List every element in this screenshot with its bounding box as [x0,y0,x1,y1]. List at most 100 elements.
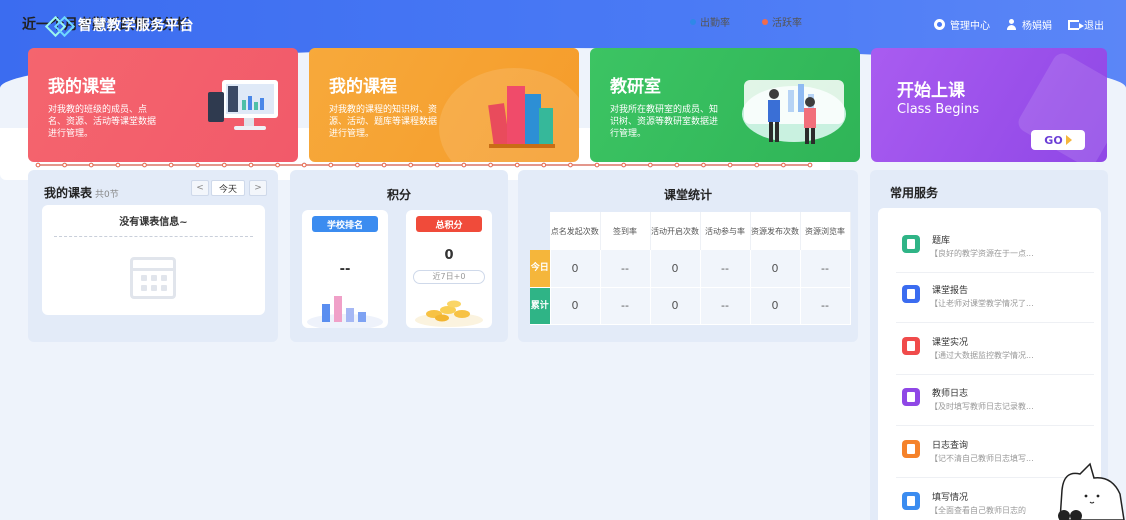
data-point[interactable] [381,162,387,168]
legend-label: 出勤率 [700,18,730,29]
data-point[interactable] [621,162,627,168]
data-point[interactable] [408,162,414,168]
service-desc: 【良好的教学资源在于一点... [930,249,1034,258]
school-rank-value: -- [339,262,351,277]
divider [54,236,253,237]
log-icon [902,388,920,406]
data-point[interactable] [62,162,67,168]
card-title: 我的课程 [329,77,397,97]
logout-icon [1068,19,1084,30]
table-cell: 0 [550,250,601,288]
today-label: 今天 [218,184,237,195]
card-teaching-research-office[interactable]: 教研室 对我所在教研室的成员、知识树、资源等教研室数据进行管理。 [590,48,860,162]
card-title: 教研室 [610,77,661,97]
data-point[interactable] [727,162,733,168]
data-point[interactable] [594,162,600,168]
data-point[interactable] [754,162,760,168]
logout-link[interactable]: 退出 [1068,17,1104,32]
table-row: 今日 0 -- 0 -- 0 -- [530,250,851,288]
data-point[interactable] [541,162,547,168]
user-profile-link[interactable]: 杨娟娟 [1006,17,1052,32]
username-label: 杨娟娟 [1022,21,1052,32]
user-icon [1006,19,1017,30]
card-title: 我的课堂 [48,77,116,97]
admin-center-link[interactable]: 管理中心 [934,17,990,32]
data-point[interactable] [168,162,174,168]
data-point[interactable] [781,162,786,168]
data-point[interactable] [488,162,493,168]
table-cell: -- [600,250,651,288]
services-title: 常用服务 [890,186,939,200]
calendar-icon [130,257,176,299]
data-point[interactable] [328,162,334,168]
cat-mascot-icon[interactable] [1050,460,1126,520]
legend-attendance[interactable]: 出勤率 [690,14,730,29]
class-stats-table: 点名发起次数 签到率 活动开启次数 活动参与率 资源发布次数 资源浏览率 今日 … [530,212,851,325]
card-my-classroom[interactable]: 我的课堂 对我教的班级的成员、点名、资源、活动等课堂数据进行管理。 [28,48,298,162]
total-points-box: 总积分 0 近7日+0 [406,210,492,328]
legend-dot-attendance [690,18,696,25]
data-point[interactable] [674,162,680,168]
top-actions: 管理中心 杨娟娟 退出 [934,17,1104,32]
table-cell: -- [600,287,651,325]
go-button[interactable]: GO [1031,130,1085,150]
service-desc: 【让老师对课堂教学情况了... [930,299,1034,308]
table-corner [530,212,550,250]
books-illustration-icon [488,86,555,148]
column-header: 活动开启次数 [650,212,701,250]
schedule-title: 我的课表 共0节 [44,184,119,201]
log-search-icon [902,440,920,458]
legend-label: 活跃率 [772,18,802,29]
prev-day-button[interactable]: < [191,180,209,196]
platform-logo-icon [48,15,70,35]
column-header: 资源发布次数 [750,212,801,250]
today-button[interactable]: 今天 [211,180,245,196]
data-point[interactable] [248,162,254,168]
table-cell: -- [700,287,751,325]
card-my-courses[interactable]: 我的课程 对我教的课程的知识树、资源、活动、题库等课程数据进行管理。 [309,48,579,162]
next-day-button[interactable]: > [249,180,267,196]
fill-status-icon [902,492,920,510]
table-cell: -- [800,250,851,288]
coins-illustration-icon [415,300,483,327]
service-class-report[interactable]: 课堂报告 【让老师对课堂教学情况了... [896,273,1094,323]
data-point[interactable] [195,162,200,168]
legend-activity[interactable]: 活跃率 [762,14,802,29]
table-cell: 0 [750,287,801,325]
data-point[interactable] [568,162,573,168]
bar-chart-illustration-icon [307,296,383,328]
service-teacher-log[interactable]: 教师日志 【及时填写教师日志记录教... [896,376,1094,426]
data-point[interactable] [435,162,440,168]
service-live-class[interactable]: 课堂实况 【通过大数据监控教学情况... [896,325,1094,375]
data-point[interactable] [35,162,41,168]
table-row: 累计 0 -- 0 -- 0 -- [530,287,851,325]
table-cell: 0 [550,287,601,325]
school-rank-box: 学校排名 -- [302,210,388,328]
data-point[interactable] [648,162,653,168]
data-point[interactable] [514,162,520,168]
gear-icon [934,19,945,30]
service-name: 课堂报告 [932,286,969,296]
service-name: 教师日志 [932,389,969,399]
data-point[interactable] [461,162,467,168]
chevron-left-icon: < [196,183,204,193]
table-cell: -- [700,250,751,288]
service-question-bank[interactable]: 题库 【良好的教学资源在于一点... [896,223,1094,273]
data-point[interactable] [807,162,813,168]
data-point[interactable] [142,162,147,168]
row-label-total: 累计 [530,287,551,325]
data-point[interactable] [701,162,706,168]
school-rank-tag: 学校排名 [312,216,378,232]
table-cell: 0 [750,250,801,288]
brand[interactable]: 智慧教学服务平台 [48,15,194,35]
service-name: 填写情况 [932,493,969,503]
card-start-class[interactable]: 开始上课 Class Begins GO [871,48,1107,162]
data-point[interactable] [355,162,360,168]
data-point[interactable] [88,162,94,168]
data-point[interactable] [301,162,307,168]
data-point[interactable] [275,162,280,168]
data-point[interactable] [222,162,227,168]
table-cell: 0 [650,287,701,325]
data-point[interactable] [115,162,121,168]
card-title: 开始上课 [897,81,965,101]
